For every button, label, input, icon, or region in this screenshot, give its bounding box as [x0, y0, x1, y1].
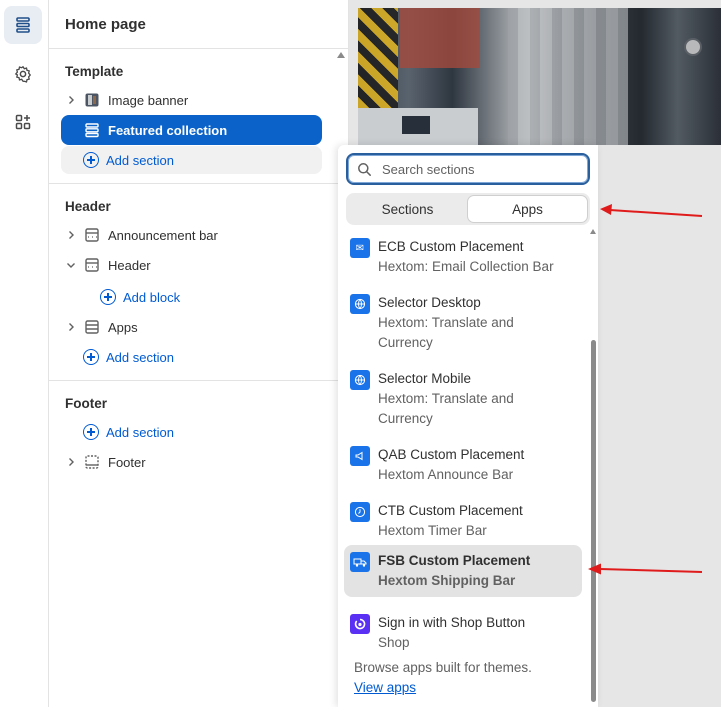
tree-item-apps[interactable]: Apps — [61, 312, 322, 342]
app-name: Selector Mobile — [378, 371, 472, 386]
add-section-label: Add section — [106, 424, 174, 440]
app-name: Selector Desktop — [378, 295, 481, 310]
chevron-right-icon[interactable] — [61, 457, 81, 467]
mail-icon: ✉ — [350, 238, 370, 258]
view-apps-link[interactable]: View apps — [354, 680, 416, 695]
sections-rail-button[interactable] — [4, 6, 42, 44]
annotation-arrow-icon — [588, 563, 703, 575]
app-provider: Hextom: Email Collection Bar — [378, 259, 554, 274]
list-scroll-up-arrow[interactable] — [590, 229, 596, 234]
tree-item-featured-collection[interactable]: Featured collection — [61, 115, 322, 145]
plus-circle-icon — [83, 152, 99, 168]
app-provider: Shop — [378, 635, 410, 650]
section-type-tabs: Sections Apps — [346, 193, 590, 225]
gear-icon — [14, 65, 32, 83]
preview-image-banner[interactable] — [358, 8, 721, 145]
divider — [49, 48, 349, 49]
template-group-title: Template — [65, 64, 124, 79]
browse-apps-note: Browse apps built for themes. — [354, 660, 532, 675]
app-provider: Hextom Shipping Bar — [378, 573, 516, 588]
app-embeds-rail-button[interactable] — [4, 103, 42, 141]
sections-panel: Home page Template Image banner Featured… — [49, 0, 349, 707]
app-item-qab-custom-placement[interactable]: QAB Custom Placement Hextom Announce Bar — [344, 439, 582, 491]
tree-item-label: Footer — [108, 454, 146, 470]
app-name: Sign in with Shop Button — [378, 615, 526, 630]
annotation-arrow-icon — [600, 204, 703, 217]
theme-settings-rail-button[interactable] — [4, 55, 42, 93]
footer-group-title: Footer — [65, 396, 107, 411]
app-provider: Currency — [378, 335, 433, 350]
app-name: CTB Custom Placement — [378, 503, 523, 518]
app-provider: Currency — [378, 411, 433, 426]
add-section-button-template[interactable]: Add section — [83, 148, 174, 172]
search-input[interactable] — [382, 161, 572, 177]
footer-section-icon — [82, 452, 102, 472]
divider — [49, 183, 349, 184]
section-icon — [82, 225, 102, 245]
globe-icon — [350, 370, 370, 390]
chevron-right-icon[interactable] — [61, 95, 81, 105]
truck-icon — [350, 552, 370, 572]
chevron-down-icon[interactable] — [61, 260, 81, 270]
add-block-button[interactable]: Add block — [100, 285, 180, 309]
tree-item-label: Apps — [108, 319, 138, 335]
app-item-sign-in-with-shop[interactable]: Sign in with Shop Button Shop — [344, 607, 582, 659]
plus-circle-icon — [83, 424, 99, 440]
megaphone-icon — [350, 446, 370, 466]
apps-icon — [15, 114, 31, 130]
globe-icon — [350, 294, 370, 314]
tab-apps[interactable]: Apps — [467, 195, 588, 223]
app-provider: Hextom: Translate and — [378, 315, 514, 330]
add-section-label: Add section — [106, 349, 174, 365]
add-section-button-footer[interactable]: Add section — [83, 420, 174, 444]
app-item-ctb-custom-placement[interactable]: CTB Custom Placement Hextom Timer Bar — [344, 495, 582, 547]
app-name: FSB Custom Placement — [378, 553, 531, 568]
clock-icon — [350, 502, 370, 522]
app-item-selector-desktop[interactable]: Selector Desktop Hextom: Translate and C… — [344, 287, 582, 359]
search-icon — [358, 162, 371, 176]
add-section-button-header[interactable]: Add section — [83, 345, 174, 369]
tree-item-label: Announcement bar — [108, 227, 218, 243]
page-title: Home page — [65, 16, 146, 33]
divider — [49, 380, 349, 381]
sections-icon — [16, 17, 30, 33]
tree-item-label: Featured collection — [108, 122, 228, 138]
app-item-selector-mobile[interactable]: Selector Mobile Hextom: Translate and Cu… — [344, 363, 582, 435]
collection-section-icon — [82, 120, 102, 140]
app-item-fsb-custom-placement[interactable]: FSB Custom Placement Hextom Shipping Bar — [344, 545, 582, 597]
chevron-right-icon[interactable] — [61, 322, 81, 332]
section-icon — [82, 255, 102, 275]
tree-item-announcement-bar[interactable]: Announcement bar — [61, 220, 322, 250]
app-name: ECB Custom Placement — [378, 239, 524, 254]
app-provider: Hextom Timer Bar — [378, 523, 487, 538]
tree-item-header[interactable]: Header — [61, 250, 322, 280]
search-field[interactable] — [346, 153, 590, 185]
image-thumbnail-icon — [82, 90, 102, 110]
add-section-popover: Sections Apps ✉ ECB Custom Placement Hex… — [338, 145, 598, 707]
add-block-label: Add block — [123, 289, 181, 305]
app-provider: Hextom Announce Bar — [378, 467, 514, 482]
app-provider: Hextom: Translate and — [378, 391, 514, 406]
plus-circle-icon — [83, 349, 99, 365]
apps-section-icon — [82, 317, 102, 337]
header-group-title: Header — [65, 199, 111, 214]
plus-circle-icon — [100, 289, 116, 305]
tree-item-label: Header — [108, 257, 151, 273]
tree-item-footer[interactable]: Footer — [61, 447, 322, 477]
chevron-right-icon[interactable] — [61, 230, 81, 240]
tab-sections[interactable]: Sections — [348, 195, 467, 223]
add-section-label: Add section — [106, 152, 174, 168]
left-rail — [0, 0, 49, 707]
app-item-ecb-custom-placement[interactable]: ✉ ECB Custom Placement Hextom: Email Col… — [344, 231, 582, 283]
app-name: QAB Custom Placement — [378, 447, 525, 462]
shop-icon — [350, 614, 370, 634]
tree-item-image-banner[interactable]: Image banner — [61, 85, 322, 115]
tree-item-label: Image banner — [108, 92, 189, 108]
list-scrollbar[interactable] — [591, 340, 596, 702]
panel-scroll-up-arrow[interactable] — [337, 52, 345, 58]
